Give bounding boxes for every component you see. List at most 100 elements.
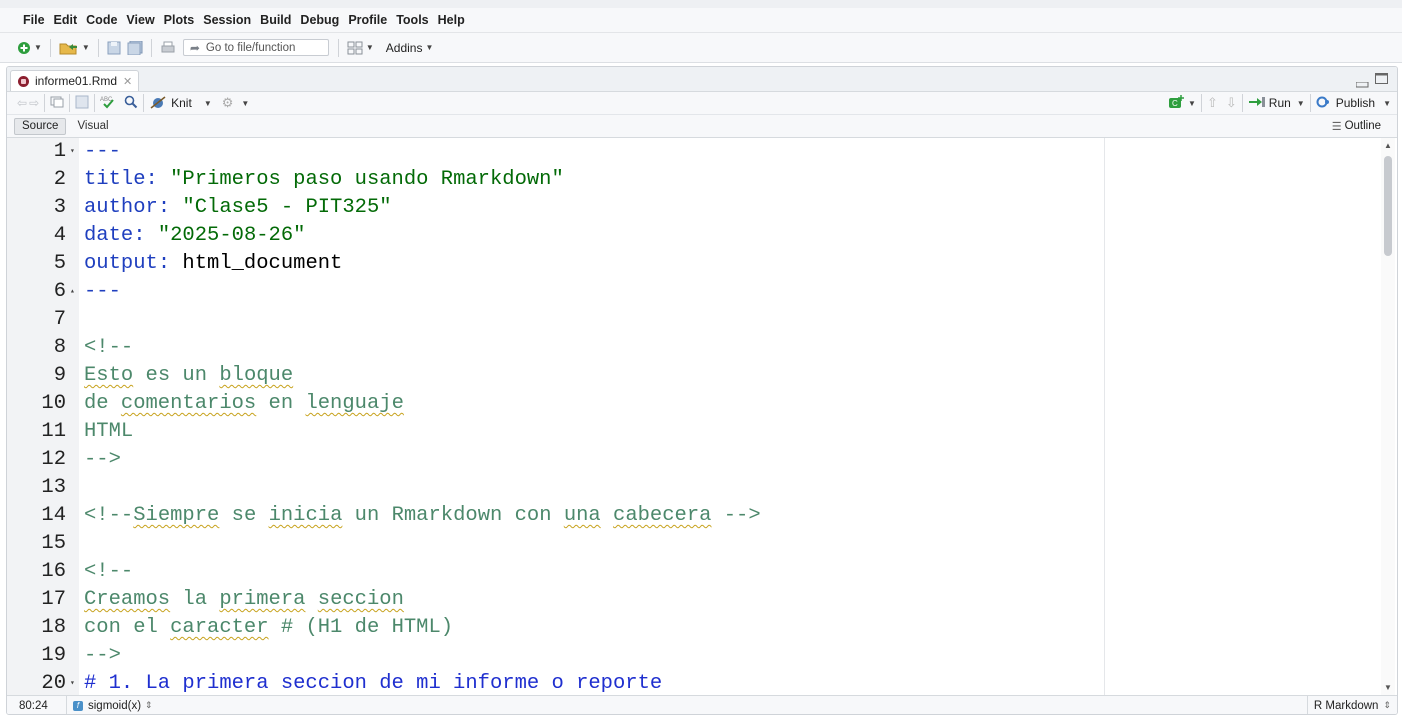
save-button[interactable] [104, 37, 124, 59]
knit-label[interactable]: Knit [171, 96, 192, 110]
code-token: output [84, 252, 158, 275]
editor-tabstrip: informe01.Rmd ✕ [7, 67, 1397, 92]
fold-toggle-icon[interactable]: ▾ [70, 138, 75, 166]
code-line: 12 --> [7, 446, 1377, 474]
code-editor[interactable]: 1 ▾ --- 2 title: "Primeros paso usando Rmark… [7, 138, 1397, 695]
publish-icon[interactable] [1316, 96, 1332, 111]
go-to-previous-chunk-icon[interactable]: ⇧ [1207, 95, 1218, 111]
document-type-selector[interactable]: R Markdown ⇕ [1306, 696, 1391, 714]
menu-view[interactable]: View [126, 13, 163, 27]
menu-plots[interactable]: Plots [164, 13, 204, 27]
code-token: : [133, 224, 158, 247]
code-line: 13 [7, 474, 1377, 502]
go-to-next-chunk-icon[interactable]: ⇩ [1226, 95, 1237, 111]
line-text: --> [84, 446, 121, 474]
addins-button[interactable]: Addins ▼ [383, 37, 437, 59]
menu-file[interactable]: File [0, 13, 54, 27]
code-line: 19 --> [7, 642, 1377, 670]
insert-chunk-icon[interactable]: C [1167, 94, 1185, 112]
publish-label[interactable]: Publish [1336, 96, 1375, 110]
gear-icon[interactable]: ⚙ [222, 95, 234, 111]
forward-arrow-icon[interactable]: ⇨ [29, 96, 39, 110]
new-file-icon [18, 41, 30, 54]
menu-build[interactable]: Build [260, 13, 300, 27]
menubar: File Edit Code View Plots Session Build … [0, 8, 1402, 33]
run-icon[interactable] [1248, 96, 1266, 111]
new-file-button[interactable]: ▼ [14, 37, 45, 59]
menu-session[interactable]: Session [203, 13, 260, 27]
toolbar-divider [150, 38, 152, 57]
code-token: --> [84, 448, 121, 471]
spellcheck-icon[interactable]: ABC [100, 95, 118, 112]
open-file-button[interactable]: ▼ [56, 37, 93, 59]
code-line: 15 [7, 530, 1377, 558]
scrollbar-thumb[interactable] [1384, 156, 1392, 256]
line-number: 1 [53, 140, 66, 163]
code-token: "Primeros paso usando Rmarkdown" [170, 168, 564, 191]
print-button[interactable] [157, 37, 179, 59]
code-line: 5 output: html_document [7, 250, 1377, 278]
workspace-panes-button[interactable]: ▼ [344, 37, 377, 59]
chevron-down-icon[interactable]: ▼ [204, 99, 212, 108]
knit-icon[interactable] [149, 95, 167, 112]
visual-mode-button[interactable]: Visual [70, 118, 115, 135]
toolbar-divider [44, 94, 46, 112]
scroll-down-arrow-icon[interactable]: ▼ [1384, 683, 1392, 692]
back-arrow-icon[interactable]: ⇦ [17, 96, 27, 110]
code-token: es un [133, 364, 220, 387]
line-number: 17 [41, 588, 66, 611]
go-to-file-function-input[interactable]: ➦ Go to file/function [182, 39, 329, 56]
chevron-down-icon[interactable]: ▼ [241, 99, 249, 108]
editor-toolbar: ⇦ ⇨ ABC Knit ▼ ⚙ ▼ C ▼ ⇧ ⇩ Run ▼ Publish… [7, 92, 1397, 115]
code-token: "2025-08-26" [157, 224, 306, 247]
chevron-down-icon[interactable]: ▼ [1297, 99, 1305, 108]
go-to-arrow-icon: ➦ [189, 40, 200, 55]
code-token: "Clase5 - PIT325" [182, 196, 392, 219]
save-all-button[interactable] [124, 37, 146, 59]
code-token: caracter [170, 616, 269, 639]
menu-tools[interactable]: Tools [396, 13, 437, 27]
save-icon[interactable] [75, 95, 89, 112]
code-token: un Rmarkdown con [342, 504, 564, 527]
code-token: html_document [182, 252, 343, 275]
show-in-window-icon[interactable] [50, 96, 64, 111]
chevron-down-icon: ▼ [425, 43, 434, 52]
chevron-down-icon[interactable]: ▼ [1188, 99, 1196, 108]
code-token: con el [84, 616, 171, 639]
menu-profile[interactable]: Profile [348, 13, 396, 27]
code-line: 8 <!-- [7, 334, 1377, 362]
outline-button[interactable]: ☰ Outline [1332, 120, 1381, 133]
scroll-up-arrow-icon[interactable]: ▲ [1384, 141, 1392, 150]
code-token: <!-- [84, 504, 134, 527]
file-tab-informe01[interactable]: informe01.Rmd ✕ [10, 70, 139, 91]
chevron-down-icon[interactable]: ▼ [1383, 99, 1391, 108]
addins-label: Addins [385, 40, 423, 55]
code-line: 3 author: "Clase5 - PIT325" [7, 194, 1377, 222]
code-token: lenguaje [305, 392, 404, 415]
code-token: primera [219, 588, 306, 611]
maximize-pane-icon[interactable] [1375, 73, 1388, 87]
line-number: 8 [53, 336, 66, 359]
menu-edit[interactable]: Edit [54, 13, 87, 27]
line-number: 5 [53, 252, 66, 275]
fold-toggle-icon[interactable]: ▴ [70, 278, 75, 306]
open-folder-icon [59, 43, 77, 54]
fold-toggle-icon[interactable]: ▾ [70, 670, 75, 695]
line-number: 19 [41, 644, 66, 667]
vertical-scrollbar[interactable]: ▲ ▼ [1381, 138, 1395, 695]
line-text: date: "2025-08-26" [84, 222, 305, 250]
menu-debug[interactable]: Debug [300, 13, 348, 27]
line-text: <!--Siempre se inicia un Rmarkdown con u… [84, 502, 761, 530]
menu-help[interactable]: Help [438, 13, 474, 27]
line-number: 10 [41, 392, 66, 415]
close-icon[interactable]: ✕ [123, 75, 132, 88]
minimize-pane-icon[interactable] [1355, 77, 1369, 91]
source-mode-button[interactable]: Source [14, 117, 67, 135]
run-label[interactable]: Run [1269, 96, 1291, 110]
code-token: author [84, 196, 158, 219]
function-navigator[interactable]: f sigmoid(x) ⇕ [67, 700, 153, 712]
menu-code[interactable]: Code [86, 13, 126, 27]
find-replace-icon[interactable] [124, 95, 138, 112]
code-token: title [84, 168, 146, 191]
